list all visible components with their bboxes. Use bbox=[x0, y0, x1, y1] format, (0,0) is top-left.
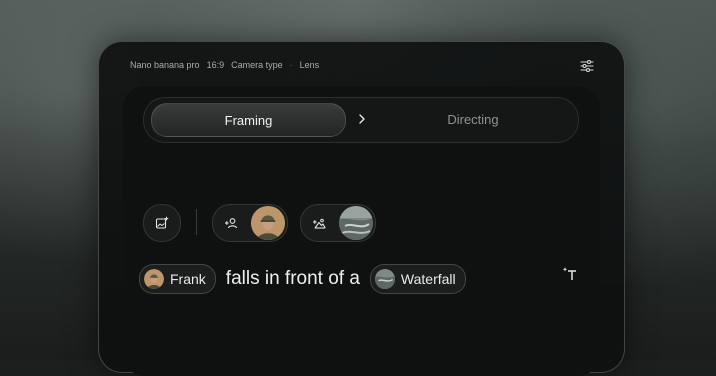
character-chip-avatar bbox=[144, 269, 164, 289]
location-thumbnail-waterfall[interactable] bbox=[339, 206, 373, 240]
add-landscape-icon bbox=[312, 216, 326, 230]
add-image-button[interactable] bbox=[143, 204, 181, 242]
character-slot bbox=[212, 204, 288, 242]
tab-directing[interactable]: Directing bbox=[408, 103, 538, 135]
camera-type-label[interactable]: Camera type bbox=[231, 60, 283, 70]
model-settings-bar: Nano banana pro 16:9 Camera type · Lens bbox=[130, 60, 326, 70]
location-slot bbox=[300, 204, 376, 242]
chevron-right-icon bbox=[355, 112, 369, 126]
toolbar-divider bbox=[196, 209, 197, 235]
text-sparkle-icon[interactable] bbox=[562, 266, 578, 282]
separator-dot: · bbox=[290, 60, 293, 70]
add-location-button[interactable] bbox=[301, 205, 337, 241]
editor-panel: Framing Directing bbox=[123, 86, 600, 376]
location-chip-label: Waterfall bbox=[401, 271, 456, 287]
tab-framing[interactable]: Framing bbox=[151, 103, 346, 137]
location-chip[interactable]: Waterfall bbox=[370, 264, 466, 294]
add-person-icon bbox=[224, 216, 238, 230]
prompt-sentence[interactable]: Frank falls in front of a Waterfall bbox=[139, 264, 466, 294]
prompt-action-text: falls in front of a bbox=[226, 268, 360, 290]
lens-label[interactable]: Lens bbox=[300, 60, 320, 70]
sliders-icon[interactable] bbox=[580, 59, 594, 73]
add-image-icon bbox=[155, 216, 169, 230]
character-chip[interactable]: Frank bbox=[139, 264, 216, 294]
aspect-ratio-label[interactable]: 16:9 bbox=[207, 60, 225, 70]
model-label[interactable]: Nano banana pro bbox=[130, 60, 200, 70]
app-window: Nano banana pro 16:9 Camera type · Lens … bbox=[98, 41, 625, 373]
add-character-button[interactable] bbox=[213, 205, 249, 241]
character-avatar-frank[interactable] bbox=[251, 206, 285, 240]
mode-tabs: Framing Directing bbox=[143, 97, 579, 143]
location-chip-thumbnail bbox=[375, 269, 395, 289]
character-chip-label: Frank bbox=[170, 271, 206, 287]
